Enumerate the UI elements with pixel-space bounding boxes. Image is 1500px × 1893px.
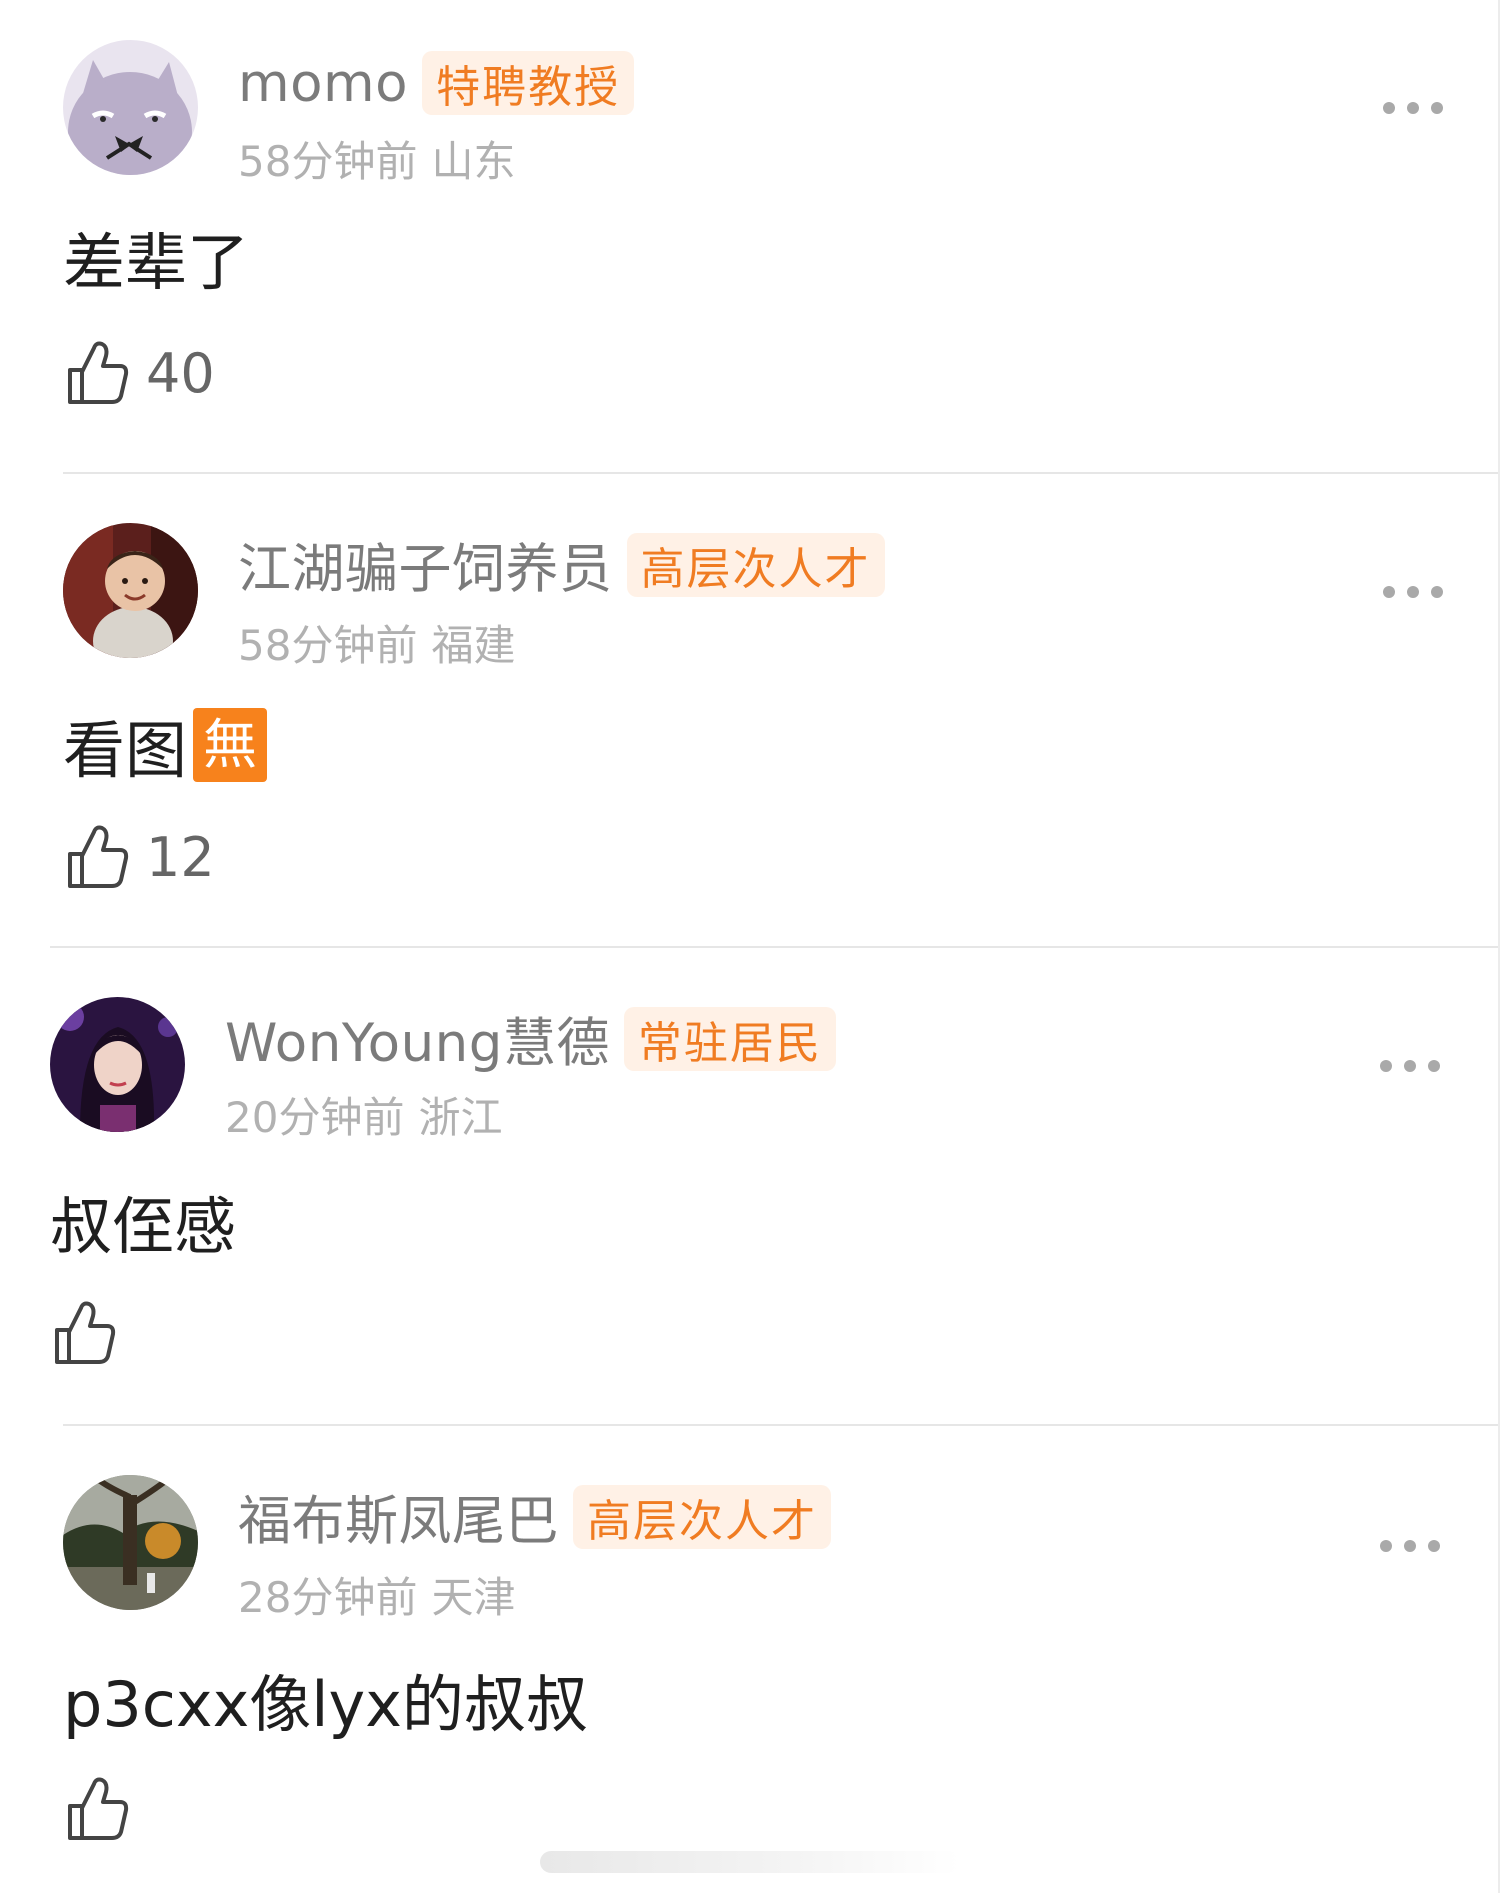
comment-text: 看图 無 bbox=[63, 700, 268, 790]
comment-meta: 28分钟前 天津 bbox=[238, 1564, 515, 1625]
comment-location: 浙江 bbox=[418, 1093, 503, 1142]
thumbs-up-icon bbox=[55, 1301, 116, 1364]
username[interactable]: 福布斯凤尾巴 bbox=[238, 1479, 559, 1555]
comment-time: 20分钟前 bbox=[225, 1093, 405, 1142]
like-button[interactable] bbox=[53, 1300, 133, 1366]
comment-time: 58分钟前 bbox=[238, 621, 418, 670]
more-options-button[interactable] bbox=[1383, 582, 1443, 602]
avatar[interactable] bbox=[63, 40, 198, 175]
comment-meta: 58分钟前 福建 bbox=[238, 612, 515, 673]
dot-icon bbox=[1380, 1540, 1392, 1552]
like-count: 12 bbox=[146, 825, 215, 889]
like-count: 40 bbox=[146, 341, 215, 405]
dot-icon bbox=[1404, 1060, 1416, 1072]
dot-icon bbox=[1428, 1540, 1440, 1552]
divider bbox=[63, 472, 1500, 474]
comment-body: p3cxx像lyx的叔叔 bbox=[63, 1668, 588, 1741]
dot-icon bbox=[1404, 1540, 1416, 1552]
user-badge: 高层次人才 bbox=[573, 1485, 831, 1549]
user-badge: 高层次人才 bbox=[626, 533, 885, 597]
comment-feed: momo 特聘教授 58分钟前 山东 差辈了 40 江湖骗子饲养员 高层次人才 … bbox=[0, 0, 1500, 1893]
username[interactable]: momo bbox=[238, 53, 408, 114]
like-button[interactable]: 12 bbox=[66, 824, 215, 890]
comment-time: 28分钟前 bbox=[238, 1573, 418, 1622]
comment-location: 山东 bbox=[431, 137, 516, 186]
name-row: 江湖骗子饲养员 高层次人才 bbox=[238, 530, 885, 600]
comment-meta: 20分钟前 浙江 bbox=[225, 1084, 502, 1145]
name-row: momo 特聘教授 bbox=[238, 48, 635, 118]
comment-text: p3cxx像lyx的叔叔 bbox=[63, 1654, 588, 1744]
comment-body: 叔侄感 bbox=[50, 1190, 237, 1263]
emoji-sticker: 無 bbox=[193, 708, 268, 782]
user-badge: 常驻居民 bbox=[623, 1007, 836, 1071]
comment-body: 差辈了 bbox=[63, 226, 250, 299]
like-button[interactable] bbox=[66, 1776, 146, 1842]
name-row: 福布斯凤尾巴 高层次人才 bbox=[238, 1482, 831, 1552]
avatar[interactable] bbox=[63, 1475, 198, 1610]
user-badge: 特聘教授 bbox=[422, 51, 635, 115]
comment-time: 58分钟前 bbox=[238, 137, 418, 186]
tree-photo-avatar-icon bbox=[63, 1475, 198, 1610]
dot-icon bbox=[1383, 102, 1395, 114]
emoji-sticker-glyph: 無 bbox=[203, 713, 258, 776]
dot-icon bbox=[1431, 586, 1443, 598]
comment-location: 天津 bbox=[431, 1573, 516, 1622]
comment-meta: 58分钟前 山东 bbox=[238, 128, 515, 189]
home-indicator[interactable] bbox=[540, 1851, 960, 1873]
username[interactable]: 江湖骗子饲养员 bbox=[238, 527, 613, 603]
comment-text: 差辈了 bbox=[63, 212, 249, 302]
dot-icon bbox=[1428, 1060, 1440, 1072]
avatar[interactable] bbox=[63, 523, 198, 658]
dot-icon bbox=[1407, 102, 1419, 114]
thumbs-up-icon bbox=[68, 341, 129, 404]
username[interactable]: WonYoung慧德 bbox=[225, 1001, 610, 1077]
divider bbox=[63, 1424, 1500, 1426]
comment-location: 福建 bbox=[431, 621, 516, 670]
cartoon-cat-avatar-icon bbox=[63, 40, 198, 175]
dot-icon bbox=[1431, 102, 1443, 114]
divider bbox=[50, 946, 1500, 948]
comment-text: 叔侄感 bbox=[50, 1176, 236, 1266]
idol-photo-avatar-icon bbox=[50, 997, 185, 1132]
more-options-button[interactable] bbox=[1380, 1056, 1440, 1076]
dot-icon bbox=[1383, 586, 1395, 598]
dot-icon bbox=[1407, 586, 1419, 598]
avatar[interactable] bbox=[50, 997, 185, 1132]
comment-body: 看图 bbox=[63, 714, 188, 787]
toddler-photo-avatar-icon bbox=[63, 523, 198, 658]
name-row: WonYoung慧德 常驻居民 bbox=[225, 1004, 836, 1074]
more-options-button[interactable] bbox=[1383, 98, 1443, 118]
like-button[interactable]: 40 bbox=[66, 340, 215, 406]
dot-icon bbox=[1380, 1060, 1392, 1072]
thumbs-up-icon bbox=[68, 825, 129, 888]
more-options-button[interactable] bbox=[1380, 1536, 1440, 1556]
thumbs-up-icon bbox=[68, 1777, 129, 1840]
